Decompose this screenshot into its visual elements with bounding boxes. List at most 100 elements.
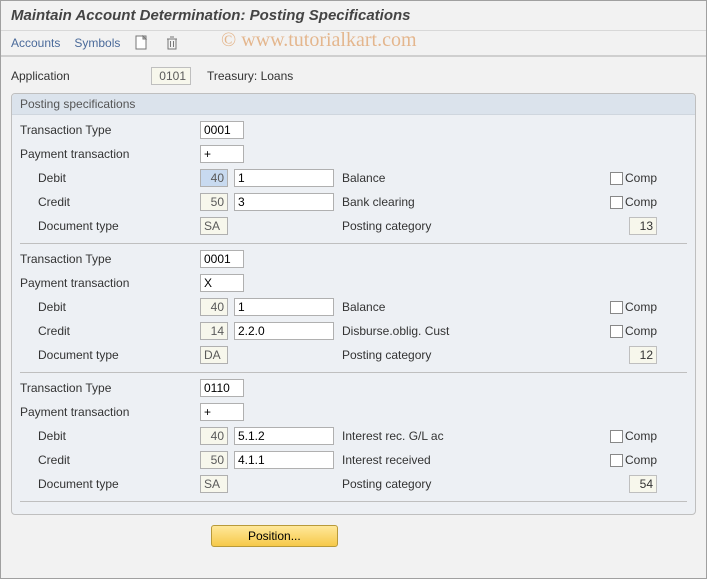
doc-type-label: Document type: [20, 477, 200, 491]
credit-sym-input[interactable]: [234, 451, 334, 469]
divider: [20, 243, 687, 244]
credit-comp[interactable]: Comp: [610, 324, 657, 338]
pay-txn-label: Payment transaction: [20, 147, 200, 161]
divider: [20, 372, 687, 373]
debit-row: Debit Balance Comp: [20, 296, 687, 318]
pay-txn-input[interactable]: [200, 403, 244, 421]
credit-sym-input[interactable]: [234, 193, 334, 211]
comp-label: Comp: [625, 300, 657, 314]
doc-type-label: Document type: [20, 348, 200, 362]
pay-txn-row: Payment transaction: [20, 272, 687, 294]
debit-sym-input[interactable]: [234, 427, 334, 445]
checkbox-icon: [610, 454, 623, 467]
credit-desc: Interest received: [342, 453, 482, 467]
debit-row: Debit Balance Comp: [20, 167, 687, 189]
posting-cat-value: 13: [629, 217, 657, 235]
doc-type-row: Document type Posting category 54: [20, 473, 687, 495]
pay-txn-input[interactable]: [200, 145, 244, 163]
pay-txn-row: Payment transaction: [20, 401, 687, 423]
debit-key-input[interactable]: [200, 427, 228, 445]
pay-txn-row: Payment transaction: [20, 143, 687, 165]
txn-type-label: Transaction Type: [20, 381, 200, 395]
accounts-button[interactable]: Accounts: [11, 36, 60, 50]
doc-type-label: Document type: [20, 219, 200, 233]
credit-row: Credit Interest received Comp: [20, 449, 687, 471]
doc-type-input[interactable]: [200, 475, 228, 493]
divider: [20, 501, 687, 502]
debit-desc: Balance: [342, 300, 482, 314]
toolbar: Accounts Symbols: [1, 31, 706, 57]
comp-label: Comp: [625, 453, 657, 467]
debit-row: Debit Interest rec. G/L ac Comp: [20, 425, 687, 447]
debit-desc: Interest rec. G/L ac: [342, 429, 482, 443]
checkbox-icon: [610, 196, 623, 209]
credit-desc: Bank clearing: [342, 195, 482, 209]
window-title: Maintain Account Determination: Posting …: [1, 1, 706, 31]
pay-txn-label: Payment transaction: [20, 276, 200, 290]
application-row: Application 0101 Treasury: Loans: [11, 65, 696, 87]
footer: Position...: [11, 515, 696, 547]
credit-label: Credit: [20, 453, 200, 467]
application-value: 0101: [151, 67, 191, 85]
credit-sym-input[interactable]: [234, 322, 334, 340]
sap-window: Maintain Account Determination: Posting …: [0, 0, 707, 579]
posting-spec-group: Posting specifications Transaction Type …: [11, 93, 696, 515]
debit-label: Debit: [20, 300, 200, 314]
debit-comp[interactable]: Comp: [610, 429, 657, 443]
checkbox-icon: [610, 301, 623, 314]
posting-cat-label: Posting category: [342, 219, 482, 233]
delete-icon[interactable]: [164, 35, 180, 51]
debit-comp[interactable]: Comp: [610, 300, 657, 314]
posting-cat-value: 54: [629, 475, 657, 493]
comp-label: Comp: [625, 429, 657, 443]
doc-type-input[interactable]: [200, 346, 228, 364]
credit-label: Credit: [20, 324, 200, 338]
application-desc: Treasury: Loans: [207, 69, 293, 83]
debit-key-input[interactable]: [200, 169, 228, 187]
txn-type-input[interactable]: [200, 379, 244, 397]
checkbox-icon: [610, 325, 623, 338]
group-title: Posting specifications: [12, 94, 695, 115]
credit-row: Credit Disburse.oblig. Cust Comp: [20, 320, 687, 342]
credit-key-input[interactable]: [200, 322, 228, 340]
position-button[interactable]: Position...: [211, 525, 338, 547]
debit-label: Debit: [20, 171, 200, 185]
pay-txn-label: Payment transaction: [20, 405, 200, 419]
credit-comp[interactable]: Comp: [610, 195, 657, 209]
credit-comp[interactable]: Comp: [610, 453, 657, 467]
posting-cat-label: Posting category: [342, 477, 482, 491]
posting-cat-value: 12: [629, 346, 657, 364]
checkbox-icon: [610, 430, 623, 443]
checkbox-icon: [610, 172, 623, 185]
doc-type-input[interactable]: [200, 217, 228, 235]
txn-type-label: Transaction Type: [20, 252, 200, 266]
credit-key-input[interactable]: [200, 451, 228, 469]
comp-label: Comp: [625, 324, 657, 338]
debit-sym-input[interactable]: [234, 169, 334, 187]
debit-key-input[interactable]: [200, 298, 228, 316]
credit-row: Credit Bank clearing Comp: [20, 191, 687, 213]
content-area: Application 0101 Treasury: Loans Posting…: [1, 57, 706, 555]
create-icon[interactable]: [134, 35, 150, 51]
comp-label: Comp: [625, 195, 657, 209]
doc-type-row: Document type Posting category 13: [20, 215, 687, 237]
credit-key-input[interactable]: [200, 193, 228, 211]
pay-txn-input[interactable]: [200, 274, 244, 292]
txn-type-row: Transaction Type: [20, 248, 687, 270]
comp-label: Comp: [625, 171, 657, 185]
txn-type-input[interactable]: [200, 121, 244, 139]
txn-type-row: Transaction Type: [20, 377, 687, 399]
debit-sym-input[interactable]: [234, 298, 334, 316]
credit-desc: Disburse.oblig. Cust: [342, 324, 482, 338]
txn-type-row: Transaction Type: [20, 119, 687, 141]
debit-label: Debit: [20, 429, 200, 443]
credit-label: Credit: [20, 195, 200, 209]
symbols-button[interactable]: Symbols: [74, 36, 120, 50]
posting-cat-label: Posting category: [342, 348, 482, 362]
application-label: Application: [11, 69, 151, 83]
txn-type-label: Transaction Type: [20, 123, 200, 137]
debit-desc: Balance: [342, 171, 482, 185]
debit-comp[interactable]: Comp: [610, 171, 657, 185]
txn-type-input[interactable]: [200, 250, 244, 268]
doc-type-row: Document type Posting category 12: [20, 344, 687, 366]
